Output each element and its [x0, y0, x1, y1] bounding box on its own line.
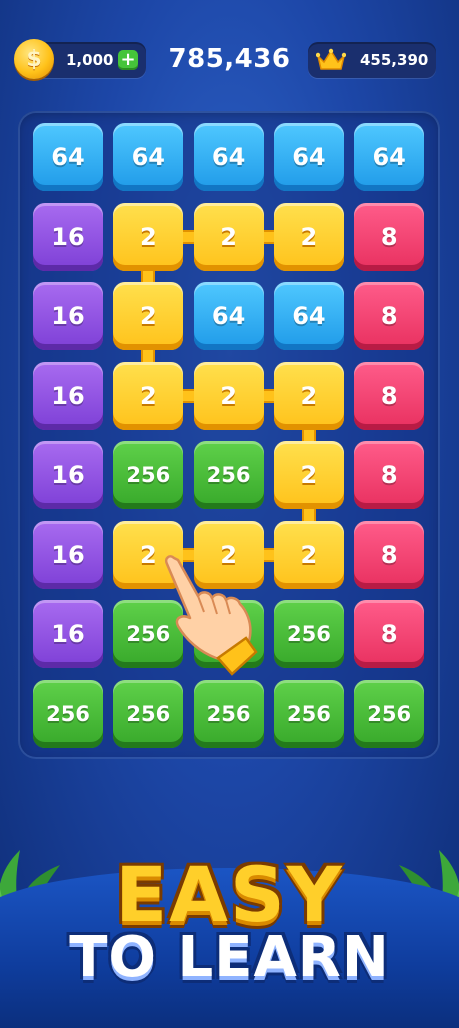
tile-yellow[interactable]: 2: [273, 520, 344, 589]
tile-blue[interactable]: 64: [33, 123, 103, 191]
tile-blue[interactable]: 64: [113, 123, 184, 191]
tile-pink[interactable]: 8: [354, 361, 425, 430]
tile-green[interactable]: 256: [193, 441, 264, 509]
tutorial-hand-icon: [165, 555, 258, 676]
tile-yellow[interactable]: 2: [113, 202, 184, 271]
tile-blue[interactable]: 64: [273, 123, 344, 191]
best-score-counter: 455,390: [308, 42, 436, 78]
tile-pink[interactable]: 8: [354, 441, 425, 509]
tile-green[interactable]: 256: [113, 441, 184, 509]
tile-pink[interactable]: 8: [354, 520, 425, 589]
tile-purple[interactable]: 16: [33, 600, 103, 668]
crown-icon: [316, 48, 346, 70]
tile-yellow[interactable]: 2: [113, 361, 184, 430]
tile-pink[interactable]: 8: [354, 600, 425, 668]
tile-yellow[interactable]: 2: [193, 361, 264, 430]
tile-blue[interactable]: 64: [193, 123, 264, 191]
banner-subtitle: TO LEARN: [69, 925, 390, 990]
tile-purple[interactable]: 16: [33, 441, 103, 509]
tile-blue[interactable]: 64: [273, 282, 344, 350]
tile-green[interactable]: 256: [33, 679, 103, 748]
tile-green[interactable]: 256: [273, 600, 344, 668]
tile-purple[interactable]: 16: [33, 520, 103, 589]
tile-green[interactable]: 256: [273, 679, 344, 748]
tile-pink[interactable]: 8: [354, 202, 425, 271]
tile-blue[interactable]: 64: [193, 282, 264, 350]
tile-yellow[interactable]: 2: [273, 202, 344, 271]
tile-purple[interactable]: 16: [33, 202, 103, 271]
tile-green[interactable]: 256: [354, 679, 425, 748]
tile-yellow[interactable]: 2: [193, 202, 264, 271]
best-score-value: 455,390: [360, 51, 429, 69]
tile-green[interactable]: 256: [113, 679, 184, 748]
tile-yellow[interactable]: 2: [273, 441, 344, 509]
tile-yellow[interactable]: 2: [273, 361, 344, 430]
tile-pink[interactable]: 8: [354, 282, 425, 350]
tile-green[interactable]: 256: [193, 679, 264, 748]
tile-blue[interactable]: 64: [354, 123, 425, 191]
tile-yellow[interactable]: 2: [113, 282, 184, 350]
top-hud: $ 1,000 + 785,436 455,390: [0, 39, 459, 84]
tile-purple[interactable]: 16: [33, 361, 103, 430]
tile-purple[interactable]: 16: [33, 282, 103, 350]
